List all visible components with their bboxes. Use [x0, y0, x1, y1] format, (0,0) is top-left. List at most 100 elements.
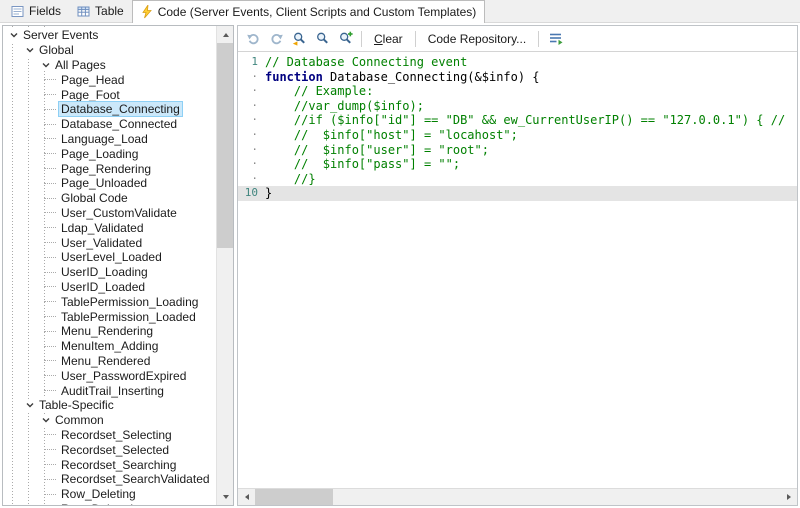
clear-button[interactable]: Clear: [368, 30, 409, 48]
tree-item-page-unloaded[interactable]: Page_Unloaded: [3, 176, 216, 191]
tree-connector: [44, 242, 56, 243]
scrollbar-track[interactable]: [333, 489, 780, 505]
code-repository-button[interactable]: Code Repository...: [422, 30, 533, 48]
tree-item-label: Page_Head: [58, 73, 127, 87]
code-lines[interactable]: 1// Database Connecting event·function D…: [238, 52, 797, 488]
tree-item-label: Table-Specific: [36, 398, 117, 412]
code-line[interactable]: ·function Database_Connecting(&$info) {: [238, 70, 797, 85]
tree-item-ldap-validated[interactable]: Ldap_Validated: [3, 220, 216, 235]
tree-item-row-deleting[interactable]: Row_Deleting: [3, 487, 216, 502]
chevron-down-icon[interactable]: [39, 414, 52, 427]
code-line[interactable]: · //}: [238, 172, 797, 187]
tree-item-audittrail-inserting[interactable]: AuditTrail_Inserting: [3, 383, 216, 398]
find-next-icon[interactable]: [335, 29, 355, 49]
tree-item-language-load[interactable]: Language_Load: [3, 132, 216, 147]
tab-code[interactable]: Code (Server Events, Client Scripts and …: [132, 0, 486, 23]
toolbar-separator: [538, 31, 539, 47]
tree-item-common[interactable]: Common: [3, 413, 216, 428]
tree-item-user-passwordexpired[interactable]: User_PasswordExpired: [3, 368, 216, 383]
chevron-down-icon[interactable]: [23, 399, 36, 412]
lightning-icon: [141, 5, 153, 19]
tree-item-label: Page_Loading: [58, 147, 141, 161]
code-line[interactable]: 10}: [238, 186, 797, 201]
tab-fields[interactable]: Fields: [3, 0, 69, 22]
line-number: ·: [238, 128, 265, 143]
code-line[interactable]: 1// Database Connecting event: [238, 55, 797, 70]
tree-item-label: Menu_Rendered: [58, 354, 153, 368]
scrollbar-track[interactable]: [217, 43, 233, 488]
tree-connector: [44, 257, 56, 258]
tree-item-label: Row_Deleting: [58, 487, 139, 501]
tree-item-global[interactable]: Global: [3, 43, 216, 58]
code-line[interactable]: · //var_dump($info);: [238, 99, 797, 114]
redo-icon[interactable]: [266, 29, 286, 49]
tree-item-userid-loading[interactable]: UserID_Loading: [3, 265, 216, 280]
chevron-down-icon[interactable]: [23, 44, 36, 57]
tree-item-menu-rendering[interactable]: Menu_Rendering: [3, 324, 216, 339]
tree-scrollbar[interactable]: [216, 26, 233, 505]
tree-item-label: Page_Unloaded: [58, 176, 150, 190]
find-previous-icon[interactable]: [289, 29, 309, 49]
tree-item-label: Database_Connected: [58, 117, 180, 131]
scrollbar-thumb[interactable]: [255, 489, 333, 505]
tree-item-label: TablePermission_Loaded: [58, 310, 199, 324]
code-text: }: [265, 186, 272, 201]
tree-item-label: Common: [52, 413, 107, 427]
editor-hscrollbar[interactable]: [238, 488, 797, 505]
tree-item-label: UserID_Loaded: [58, 280, 148, 294]
tree-item-database-connecting[interactable]: Database_Connecting: [3, 102, 216, 117]
scroll-down-arrow[interactable]: [217, 488, 234, 505]
tree-item-label: MenuItem_Adding: [58, 339, 161, 353]
tree-item-table-specific[interactable]: Table-Specific: [3, 398, 216, 413]
tree-item-page-head[interactable]: Page_Head: [3, 72, 216, 87]
tree-item-label: Language_Load: [58, 132, 151, 146]
tab-table[interactable]: Table: [69, 0, 132, 22]
tree-item-database-connected[interactable]: Database_Connected: [3, 117, 216, 132]
scroll-left-arrow[interactable]: [238, 489, 255, 505]
tree-connector: [44, 479, 56, 480]
tree-item-userid-loaded[interactable]: UserID_Loaded: [3, 280, 216, 295]
insert-template-icon[interactable]: [545, 29, 565, 49]
tree-item-recordset-searching[interactable]: Recordset_Searching: [3, 457, 216, 472]
scroll-right-arrow[interactable]: [780, 489, 797, 505]
tree-item-menuitem-adding[interactable]: MenuItem_Adding: [3, 339, 216, 354]
tree-item-user-validated[interactable]: User_Validated: [3, 235, 216, 250]
find-icon[interactable]: [312, 29, 332, 49]
line-number: ·: [238, 113, 265, 128]
tree-connector: [44, 109, 56, 110]
tree-item-page-rendering[interactable]: Page_Rendering: [3, 161, 216, 176]
tree-item-menu-rendered[interactable]: Menu_Rendered: [3, 354, 216, 369]
tree-item-page-loading[interactable]: Page_Loading: [3, 146, 216, 161]
tree-item-label: Menu_Rendering: [58, 324, 156, 338]
tree-item-label: Server Events: [20, 28, 101, 42]
server-events-panel: Server EventsGlobalAll PagesPage_HeadPag…: [2, 25, 234, 506]
scroll-up-arrow[interactable]: [217, 26, 234, 43]
code-line[interactable]: · // $info["user"] = "root";: [238, 143, 797, 158]
tree-item-recordset-selecting[interactable]: Recordset_Selecting: [3, 428, 216, 443]
tree-connector: [44, 212, 56, 213]
scrollbar-thumb[interactable]: [217, 43, 233, 248]
code-line[interactable]: · // Example:: [238, 84, 797, 99]
tree-item-global-code[interactable]: Global Code: [3, 191, 216, 206]
tree-item-server-events[interactable]: Server Events: [3, 28, 216, 43]
code-line[interactable]: · // $info["host"] = "locahost";: [238, 128, 797, 143]
tree-item-userlevel-loaded[interactable]: UserLevel_Loaded: [3, 250, 216, 265]
code-line[interactable]: · // $info["pass"] = "";: [238, 157, 797, 172]
tree-item-user-customvalidate[interactable]: User_CustomValidate: [3, 206, 216, 221]
code-text: // Example:: [265, 84, 373, 99]
tree-connector: [44, 449, 56, 450]
tree-item-tablepermission-loaded[interactable]: TablePermission_Loaded: [3, 309, 216, 324]
code-line[interactable]: · //if ($info["id"] == "DB" && ew_Curren…: [238, 113, 797, 128]
table-icon: [77, 5, 90, 18]
tree-item-page-foot[interactable]: Page_Foot: [3, 87, 216, 102]
tree-item-recordset-selected[interactable]: Recordset_Selected: [3, 442, 216, 457]
tree-item-all-pages[interactable]: All Pages: [3, 58, 216, 73]
tree-item-label: User_PasswordExpired: [58, 369, 189, 383]
tree-item-row-deleted[interactable]: Row_Deleted: [3, 502, 216, 506]
chevron-down-icon[interactable]: [7, 29, 20, 42]
tree-connector: [44, 316, 56, 317]
undo-icon[interactable]: [243, 29, 263, 49]
chevron-down-icon[interactable]: [39, 58, 52, 71]
tree-item-recordset-searchvalidated[interactable]: Recordset_SearchValidated: [3, 472, 216, 487]
tree-item-tablepermission-loading[interactable]: TablePermission_Loading: [3, 294, 216, 309]
